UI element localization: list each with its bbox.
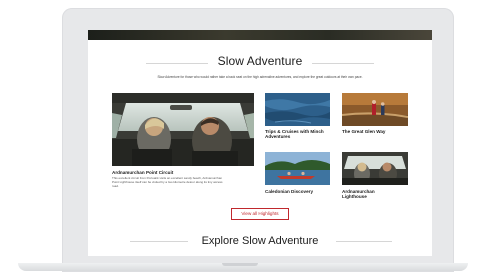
canoe-photo bbox=[265, 152, 330, 185]
card-title-line: Lighthouse bbox=[342, 194, 367, 199]
card-photo-caledonian[interactable] bbox=[265, 152, 330, 185]
card-title-great-glen[interactable]: The Great Glen Way bbox=[342, 129, 412, 134]
card-photo-great-glen[interactable] bbox=[342, 93, 408, 126]
car-interior-photo bbox=[342, 152, 408, 185]
featured-photo[interactable] bbox=[112, 93, 254, 166]
laptop-notch bbox=[222, 263, 258, 266]
card-photo-minch[interactable] bbox=[265, 93, 330, 126]
card-title-lighthouse[interactable]: Ardnamurchan Lighthouse bbox=[342, 189, 412, 199]
card-title-line: The Great Glen Way bbox=[342, 129, 386, 134]
featured-title[interactable]: Ardnamurchan Point Circuit bbox=[112, 170, 173, 175]
walkers-photo bbox=[342, 93, 408, 126]
featured-description-line: road. bbox=[112, 183, 119, 188]
view-all-highlights-button[interactable]: View all Highlights bbox=[231, 208, 289, 220]
hero-image-strip bbox=[88, 30, 432, 40]
card-title-line: Caledonian Discovery bbox=[265, 189, 313, 194]
card-title-minch[interactable]: Trips & Cruises with Minch Adventures bbox=[265, 129, 335, 139]
explore-divider-right bbox=[336, 241, 392, 242]
sea-photo bbox=[265, 93, 330, 126]
card-photo-lighthouse[interactable] bbox=[342, 152, 408, 185]
card-title-line: Adventures bbox=[265, 134, 291, 139]
featured-photo-image bbox=[112, 93, 254, 166]
section-title: Slow Adventure bbox=[217, 54, 303, 68]
laptop-screen: Slow Adventure Slow Adventure for those … bbox=[88, 30, 432, 256]
featured-description: This excellent circuit from Portuairk vi… bbox=[112, 176, 254, 188]
card-title-caledonian[interactable]: Caledonian Discovery bbox=[265, 189, 335, 194]
title-divider-right bbox=[312, 63, 374, 64]
intro-text: Slow Adventure for those who would rathe… bbox=[157, 75, 363, 79]
